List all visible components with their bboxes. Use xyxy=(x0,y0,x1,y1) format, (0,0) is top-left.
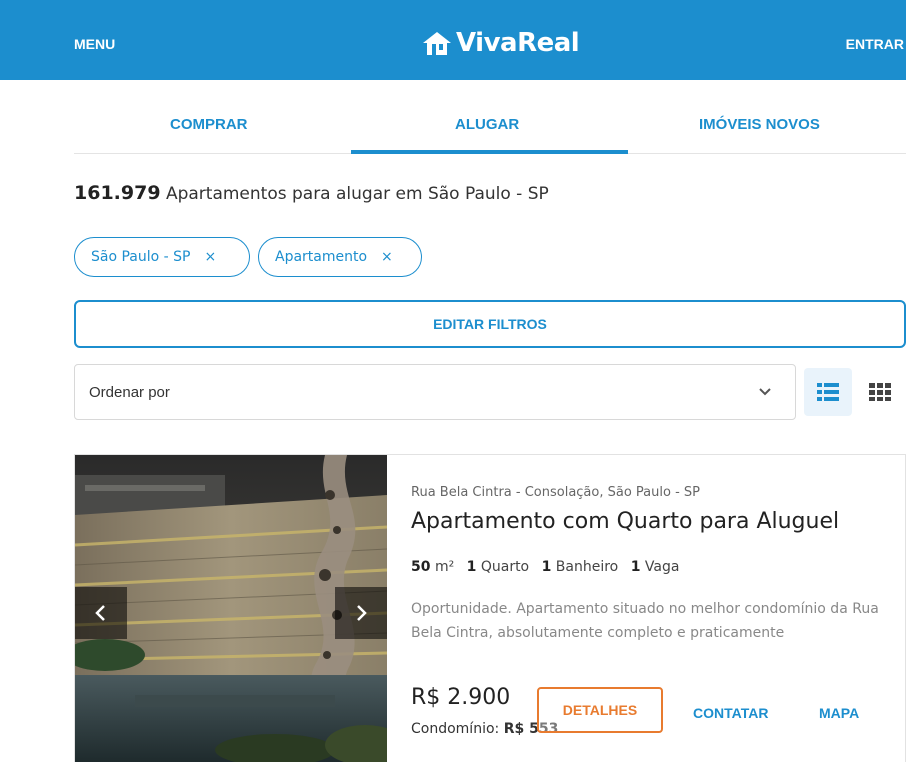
edit-filters-button[interactable]: EDITAR FILTROS xyxy=(74,300,906,348)
list-view-icon xyxy=(817,383,839,401)
active-tab-indicator xyxy=(351,150,628,154)
menu-button[interactable]: MENU xyxy=(74,36,115,52)
sort-select[interactable]: Ordenar por xyxy=(74,364,796,420)
purpose-tabs: COMPRAR ALUGAR IMÓVEIS NOVOS xyxy=(74,100,906,154)
amenity-bathrooms: 1 Banheiro xyxy=(541,559,619,575)
amenity-parking: 1 Vaga xyxy=(630,559,680,575)
results-heading: 161.979 Apartamentos para alugar em São … xyxy=(74,182,549,204)
listing-card[interactable]: Rua Bela Cintra - Consolação, São Paulo … xyxy=(74,454,906,762)
grid-view-button[interactable] xyxy=(856,368,904,416)
brand-name: VivaReal xyxy=(456,28,580,58)
login-button[interactable]: ENTRAR xyxy=(846,36,904,52)
photo-next-button[interactable] xyxy=(335,587,387,639)
tab-alugar[interactable]: ALUGAR xyxy=(455,116,519,133)
results-description: Apartamentos para alugar em São Paulo - … xyxy=(165,184,549,204)
remove-filter-icon[interactable]: × xyxy=(381,249,393,265)
filter-chip-type[interactable]: Apartamento × xyxy=(258,237,422,277)
chip-label: São Paulo - SP xyxy=(91,249,191,265)
filter-chip-location[interactable]: São Paulo - SP × xyxy=(74,237,250,277)
map-button[interactable]: MAPA xyxy=(819,705,859,721)
listing-title[interactable]: Apartamento com Quarto para Aluguel xyxy=(411,509,891,534)
amenity-area: 50 m² xyxy=(411,559,455,575)
chevron-right-icon xyxy=(357,605,367,621)
photo-prev-button[interactable] xyxy=(75,587,127,639)
amenity-bedrooms: 1 Quarto xyxy=(466,559,530,575)
sort-label: Ordenar por xyxy=(89,383,170,401)
listing-photo[interactable] xyxy=(75,455,387,762)
list-view-button[interactable] xyxy=(804,368,852,416)
contact-button[interactable]: CONTATAR xyxy=(693,705,768,721)
results-count: 161.979 xyxy=(74,182,161,204)
listing-description: Oportunidade. Apartamento situado no mel… xyxy=(411,601,879,641)
grid-view-icon xyxy=(869,383,891,401)
details-button[interactable]: DETALHES xyxy=(537,687,663,733)
top-bar: MENU VivaReal ENTRAR xyxy=(0,0,906,80)
chevron-down-icon xyxy=(759,388,771,396)
chip-label: Apartamento xyxy=(275,249,368,265)
tab-comprar[interactable]: COMPRAR xyxy=(170,116,248,133)
listing-amenities: 50 m² 1 Quarto 1 Banheiro 1 Vaga xyxy=(411,559,687,575)
tab-imoveis-novos[interactable]: IMÓVEIS NOVOS xyxy=(699,116,820,133)
listing-address: Rua Bela Cintra - Consolação, São Paulo … xyxy=(411,485,700,500)
listing-price: R$ 2.900 xyxy=(411,685,511,710)
brand-logo[interactable]: VivaReal xyxy=(420,28,580,58)
chevron-left-icon xyxy=(95,605,105,621)
remove-filter-icon[interactable]: × xyxy=(204,249,216,265)
house-logo-icon xyxy=(423,32,451,55)
